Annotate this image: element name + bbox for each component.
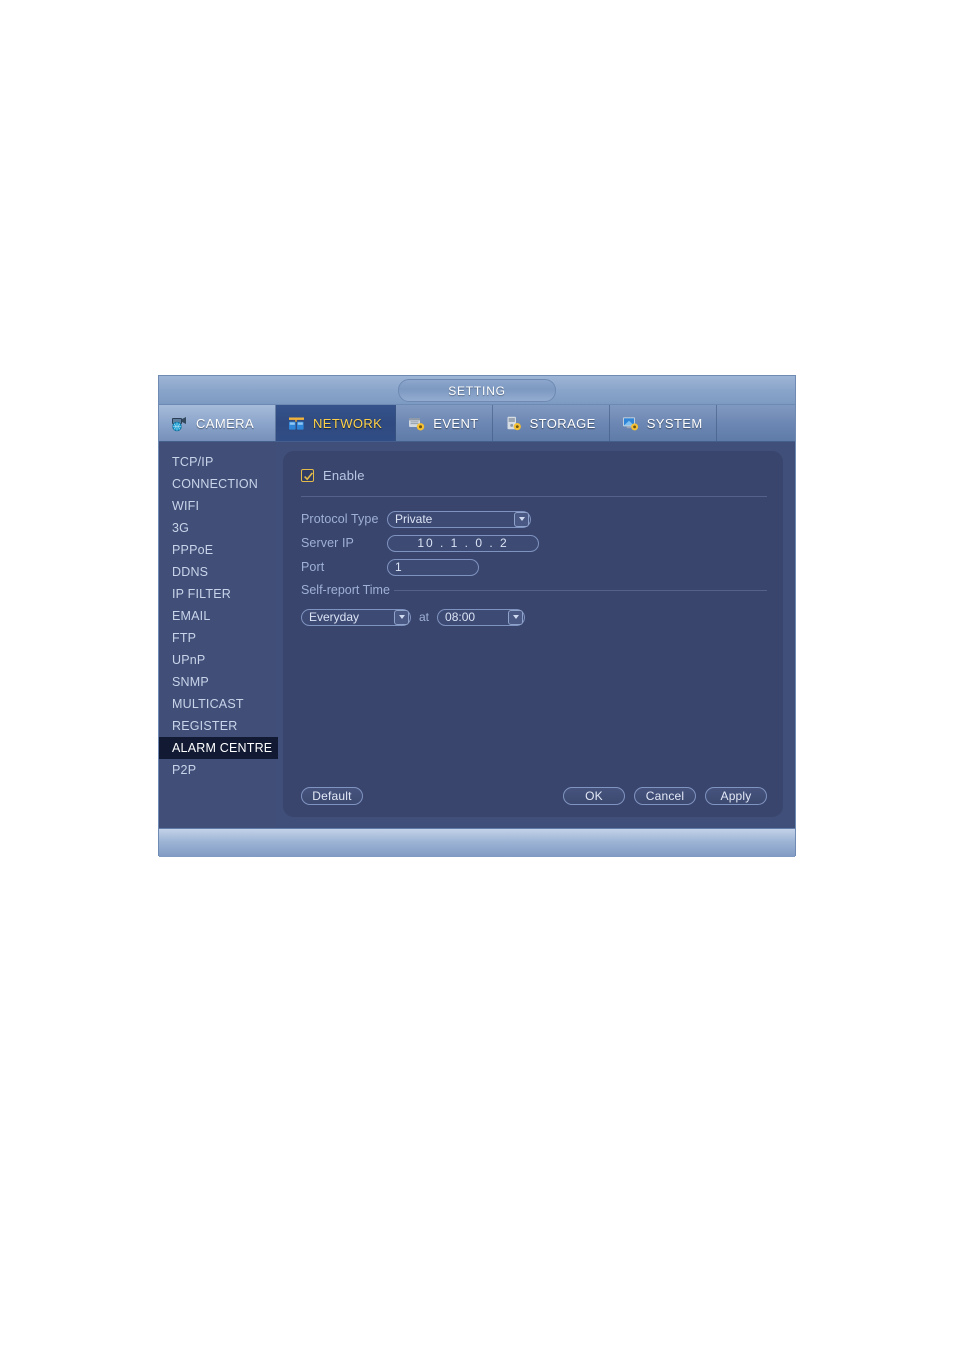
self-report-time-row: Everyday at 08:00 <box>301 606 767 628</box>
camera-globe-icon <box>170 415 189 432</box>
sidebar-item-label: SNMP <box>172 675 209 689</box>
tab-event-label: EVENT <box>433 415 479 431</box>
tab-camera-label: CAMERA <box>196 415 255 431</box>
sidebar-item-multicast[interactable]: MULTICAST <box>159 693 276 715</box>
storage-gear-icon <box>504 415 523 432</box>
sidebar-item-label: P2P <box>172 763 197 777</box>
self-report-time-label: Self-report Time <box>301 583 390 597</box>
section-divider <box>301 496 767 497</box>
network-icon <box>287 415 306 432</box>
sidebar-item-connection[interactable]: CONNECTION <box>159 473 276 495</box>
window-titlebar: SETTING <box>159 376 795 405</box>
tab-network[interactable]: NETWORK <box>276 405 397 441</box>
ok-button[interactable]: OK <box>563 787 625 805</box>
server-ip-input[interactable]: 10 . 1 . 0 . 2 <box>387 534 539 552</box>
sidebar-item-pppoe[interactable]: PPPoE <box>159 539 276 561</box>
sidebar-item-label: WIFI <box>172 499 200 513</box>
chevron-down-icon[interactable] <box>394 609 409 625</box>
tab-storage[interactable]: STORAGE <box>493 405 610 441</box>
tab-system-label: SYSTEM <box>646 415 703 431</box>
sidebar-item-label: FTP <box>172 631 197 645</box>
sidebar-item-tcpip[interactable]: TCP/IP <box>159 451 276 473</box>
tab-network-label: NETWORK <box>313 415 383 431</box>
sidebar-item-label: MULTICAST <box>172 697 244 711</box>
sidebar-item-wifi[interactable]: WIFI <box>159 495 276 517</box>
self-report-time-value: 08:00 <box>445 610 476 624</box>
sidebar-item-alarm-centre[interactable]: ALARM CENTRE <box>159 737 279 759</box>
port-input[interactable]: 1 <box>387 558 479 576</box>
protocol-type-row: Protocol Type Private <box>301 508 767 530</box>
tab-event[interactable]: EVENT <box>396 405 493 441</box>
network-submenu-sidebar: TCP/IP CONNECTION WIFI 3G PPPoE DDNS IP … <box>159 442 279 828</box>
content-area: Enable Protocol Type Private Server IP 1… <box>276 442 795 828</box>
server-ip-value: 10 . 1 . 0 . 2 <box>417 536 509 550</box>
sidebar-item-ftp[interactable]: FTP <box>159 627 276 649</box>
sidebar-item-upnp[interactable]: UPnP <box>159 649 276 671</box>
sidebar-item-label: PPPoE <box>172 543 214 557</box>
sidebar-item-label: 3G <box>172 521 190 535</box>
sidebar-item-3g[interactable]: 3G <box>159 517 276 539</box>
enable-label: Enable <box>323 467 365 483</box>
setting-window: SETTING CAMERA NETWORK EVENT STORAGE SYS… <box>159 376 795 857</box>
sidebar-item-label: REGISTER <box>172 719 238 733</box>
window-footer <box>159 828 795 857</box>
primary-buttons: OK Cancel Apply <box>563 787 767 805</box>
enable-row: Enable <box>301 465 767 485</box>
sidebar-item-ip-filter[interactable]: IP FILTER <box>159 583 276 605</box>
tab-system[interactable]: SYSTEM <box>610 405 717 441</box>
sidebar-item-snmp[interactable]: SNMP <box>159 671 276 693</box>
sidebar-item-label: EMAIL <box>172 609 211 623</box>
at-label: at <box>419 610 430 624</box>
sidebar-item-label: UPnP <box>172 653 206 667</box>
enable-checkbox[interactable] <box>301 468 314 482</box>
sidebar-item-label: ALARM CENTRE <box>159 737 279 759</box>
default-button[interactable]: Default <box>301 787 363 805</box>
sidebar-item-label: TCP/IP <box>172 455 214 469</box>
window-body: TCP/IP CONNECTION WIFI 3G PPPoE DDNS IP … <box>159 442 795 828</box>
sidebar-item-p2p[interactable]: P2P <box>159 759 276 781</box>
port-value: 1 <box>395 560 402 574</box>
button-bar: Default OK Cancel Apply <box>301 787 767 805</box>
check-icon <box>304 471 314 480</box>
self-report-time-section: Self-report Time <box>301 580 767 600</box>
event-gear-icon <box>407 415 426 432</box>
section-rule <box>393 589 767 591</box>
sidebar-item-label: CONNECTION <box>172 477 259 491</box>
sidebar-item-ddns[interactable]: DDNS <box>159 561 276 583</box>
window-title: SETTING <box>398 379 556 402</box>
page-root: SETTING CAMERA NETWORK EVENT STORAGE SYS… <box>0 0 954 1350</box>
port-label: Port <box>301 560 325 574</box>
protocol-type-label: Protocol Type <box>301 512 379 526</box>
chevron-down-icon[interactable] <box>508 609 524 625</box>
tab-camera[interactable]: CAMERA <box>159 405 276 441</box>
cancel-button[interactable]: Cancel <box>634 787 696 805</box>
self-report-time-select[interactable]: 08:00 <box>437 608 526 626</box>
alarm-centre-panel: Enable Protocol Type Private Server IP 1… <box>283 451 783 817</box>
server-ip-label: Server IP <box>301 536 354 550</box>
protocol-type-select[interactable]: Private <box>387 510 531 528</box>
tab-storage-label: STORAGE <box>529 415 596 431</box>
protocol-type-value: Private <box>395 512 433 526</box>
port-row: Port 1 <box>301 556 767 578</box>
sidebar-item-register[interactable]: REGISTER <box>159 715 276 737</box>
sidebar-item-label: DDNS <box>172 565 209 579</box>
self-report-day-value: Everyday <box>309 610 360 624</box>
chevron-down-icon[interactable] <box>514 511 529 527</box>
self-report-day-select[interactable]: Everyday <box>301 608 411 626</box>
sidebar-item-label: IP FILTER <box>172 587 231 601</box>
sidebar-item-email[interactable]: EMAIL <box>159 605 276 627</box>
main-tab-bar: CAMERA NETWORK EVENT STORAGE SYSTEM <box>159 405 795 442</box>
system-gear-icon <box>621 415 640 432</box>
server-ip-row: Server IP 10 . 1 . 0 . 2 <box>301 532 767 554</box>
apply-button[interactable]: Apply <box>705 787 767 805</box>
